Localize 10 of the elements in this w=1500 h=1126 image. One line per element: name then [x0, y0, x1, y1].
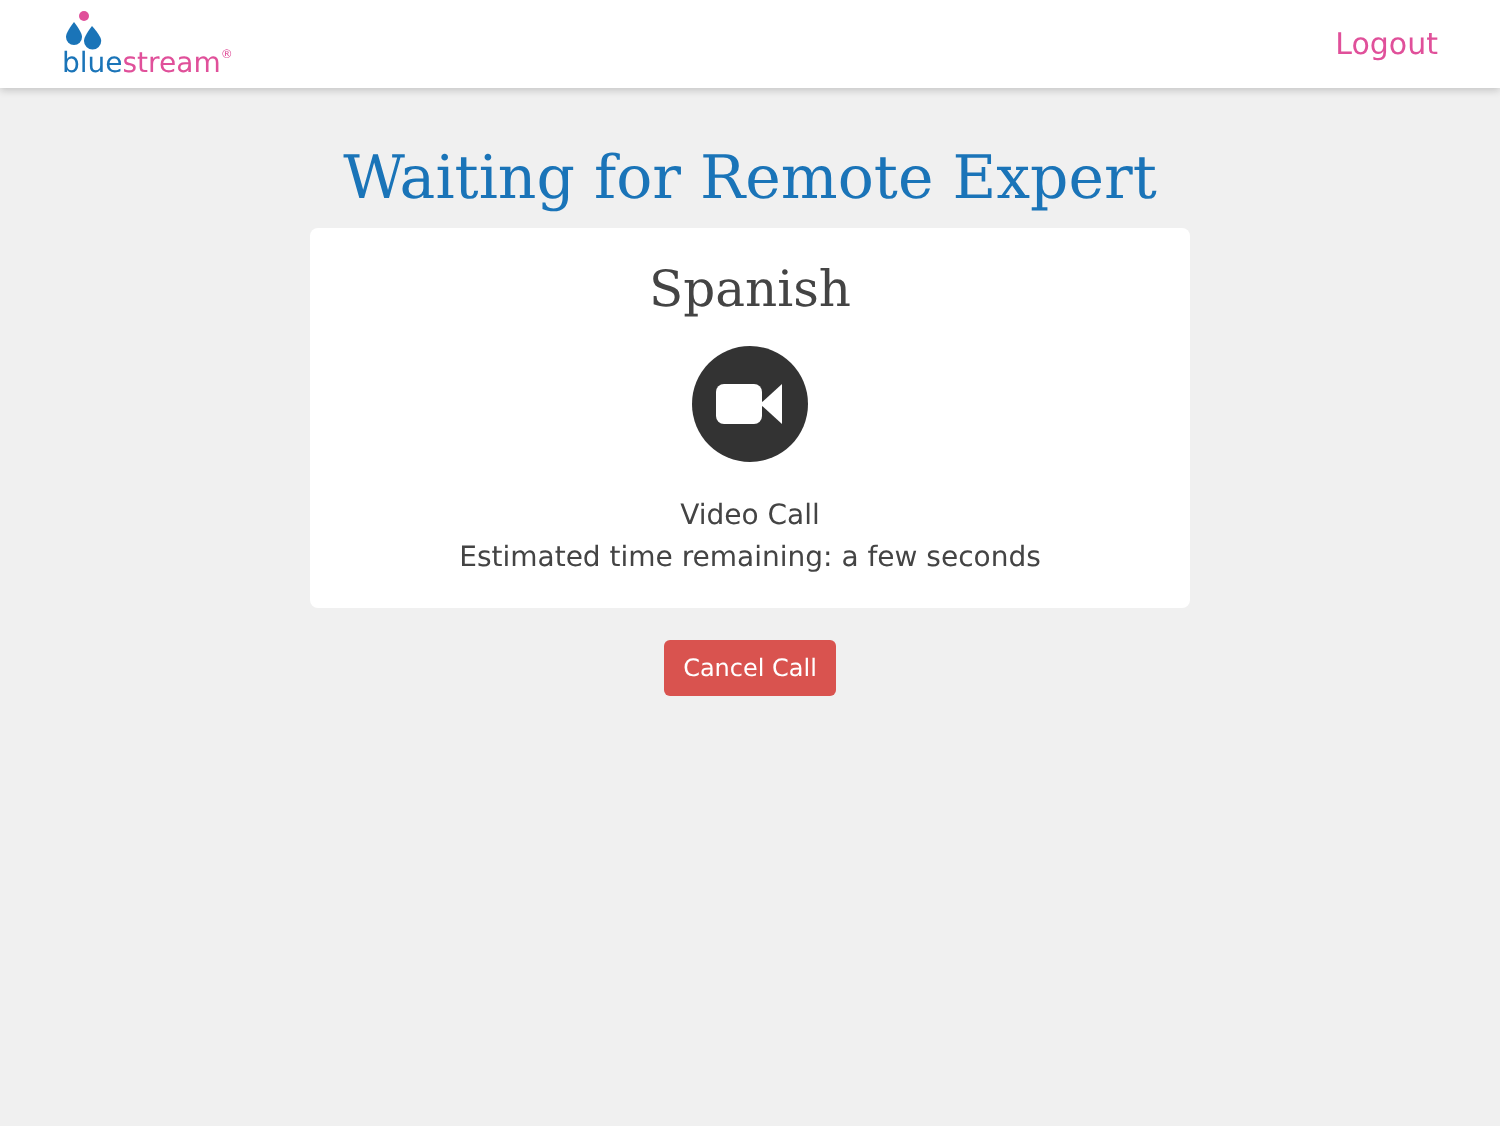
logo-text: stream — [122, 48, 221, 80]
language-label: Spanish — [648, 258, 852, 322]
video-camera-icon — [690, 343, 810, 463]
logo-text: blue — [62, 48, 123, 80]
logo-drops-icon — [62, 10, 106, 50]
estimate-text: Estimated time remaining: a few seconds — [459, 539, 1041, 577]
logout-link[interactable]: Logout — [1335, 21, 1438, 67]
cancel-call-button[interactable]: Cancel Call — [663, 639, 837, 695]
page-title: Waiting for Remote Expert — [343, 144, 1157, 216]
call-type-label: Video Call — [680, 497, 820, 535]
